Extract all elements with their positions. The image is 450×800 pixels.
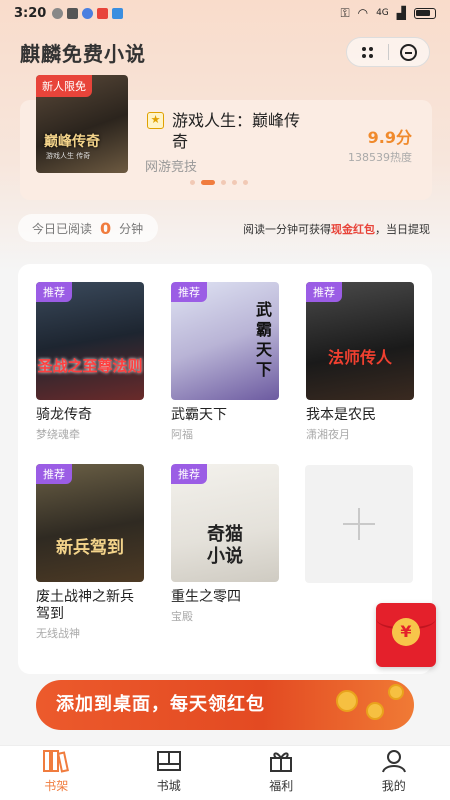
cover-text: 法师传人 xyxy=(327,348,392,367)
carousel-dot xyxy=(243,180,248,185)
book-cover[interactable]: 推荐 奇猫小说 xyxy=(171,464,279,582)
tab-label: 福利 xyxy=(269,779,294,793)
book-author: 宝殿 xyxy=(171,610,193,623)
red-packet-button[interactable]: ¥ xyxy=(376,603,436,667)
recommend-badge: 推荐 xyxy=(171,282,207,302)
signal-label: 4G xyxy=(376,8,389,18)
recommend-badge: 推荐 xyxy=(36,464,72,484)
book-author: 潇湘夜月 xyxy=(306,428,350,441)
featured-cover-title: 巅峰传奇 xyxy=(44,134,100,150)
tab-label: 书城 xyxy=(156,779,181,793)
status-time: 3:20 xyxy=(14,5,47,21)
app-notification-icon xyxy=(52,7,64,19)
book-card[interactable]: 推荐 圣战之至尊法则 骑龙传奇 梦绕魂牵 xyxy=(36,282,144,442)
tip-text-end: ，当日提现 xyxy=(375,223,430,236)
book-title: 骑龙传奇 xyxy=(36,407,92,423)
bottom-tab-bar: 书架 书城 福利 我的 xyxy=(0,745,450,800)
coin-icon xyxy=(366,702,384,720)
app-title: 麒麟免费小说 xyxy=(20,41,146,66)
book-cover[interactable]: 推荐 新兵驾到 xyxy=(36,464,144,582)
close-circle-icon xyxy=(400,43,418,61)
add-book-button[interactable] xyxy=(305,465,413,583)
book-card[interactable]: 推荐 法师传人 我本是农民 潇湘夜月 xyxy=(306,282,414,442)
book-card[interactable]: 推荐 奇猫小说 重生之零四 宝殿 xyxy=(171,464,279,624)
book-title: 我本是农民 xyxy=(306,407,376,423)
cover-text: 武霸天下 xyxy=(255,300,272,379)
reading-suffix: 分钟 xyxy=(119,221,144,236)
status-bar: 3:20 ⚿ ◠ 4G ▟ xyxy=(0,0,450,26)
cover-text: 圣战之至尊法则 xyxy=(37,357,143,375)
tip-text: 阅读一分钟可获得 xyxy=(243,223,331,236)
carousel-dot xyxy=(190,180,195,185)
yuan-coin-icon: ¥ xyxy=(392,618,420,646)
promo-text: 添加到桌面，每天领红包 xyxy=(56,694,265,715)
recommend-badge: 推荐 xyxy=(36,282,72,302)
featured-book-title[interactable]: 游戏人生：巅峰传奇 xyxy=(172,110,312,152)
tab-profile[interactable]: 我的 xyxy=(338,746,450,800)
more-dots-icon xyxy=(361,46,373,58)
cover-text: 新兵驾到 xyxy=(56,538,124,558)
book-author: 阿福 xyxy=(171,428,193,441)
wifi-icon: ◠ xyxy=(357,6,369,20)
bookstore-icon xyxy=(156,751,181,771)
close-button[interactable] xyxy=(389,38,430,66)
reading-minutes: 0 xyxy=(100,218,112,238)
book-title: 重生之零四 xyxy=(171,589,241,605)
reward-tip: 阅读一分钟可获得现金红包，当日提现 xyxy=(243,221,430,237)
miniapp-capsule xyxy=(346,37,430,67)
featured-cover-subtitle: 游戏人生 传奇 xyxy=(46,152,91,160)
carousel-indicator xyxy=(190,180,248,185)
star-badge-icon: ★ xyxy=(147,112,164,129)
tab-label: 书架 xyxy=(44,779,69,793)
tip-highlight: 现金红包 xyxy=(331,223,375,236)
tab-bookstore[interactable]: 书城 xyxy=(113,746,226,800)
book-cover[interactable]: 推荐 法师传人 xyxy=(306,282,414,400)
shield-icon xyxy=(67,7,79,19)
app-notification-icon xyxy=(112,7,124,19)
coin-icon xyxy=(388,684,404,700)
book-cover[interactable]: 推荐 武霸天下 xyxy=(171,282,279,400)
featured-book-cover[interactable]: 新人限免 巅峰传奇 游戏人生 传奇 xyxy=(36,75,128,173)
free-badge: 新人限免 xyxy=(36,75,92,97)
book-author: 梦绕魂牵 xyxy=(36,428,80,441)
battery-icon xyxy=(414,7,436,19)
cover-text: 奇猫小说 xyxy=(207,524,243,567)
add-to-desktop-banner[interactable]: 添加到桌面，每天领红包 xyxy=(36,680,414,730)
app-header: 麒麟免费小说 xyxy=(20,36,430,68)
app-notification-icon xyxy=(82,7,94,19)
tab-bookshelf[interactable]: 书架 xyxy=(0,746,113,800)
signal-icon: ▟ xyxy=(396,6,406,20)
book-card[interactable]: 推荐 武霸天下 武霸天下 阿福 xyxy=(171,282,279,442)
gift-icon xyxy=(270,752,293,772)
notification-icons xyxy=(52,7,124,19)
recommend-badge: 推荐 xyxy=(306,282,342,302)
tab-welfare[interactable]: 福利 xyxy=(225,746,338,800)
app-notification-icon xyxy=(97,7,109,19)
recommend-badge: 推荐 xyxy=(171,464,207,484)
coin-icon xyxy=(336,690,358,712)
book-title: 废土战神之新兵驾到 xyxy=(36,589,134,622)
carousel-dot-active xyxy=(201,180,215,185)
carousel-dot xyxy=(232,180,237,185)
key-icon: ⚿ xyxy=(340,5,350,20)
reading-time-pill: 今日已阅读 0 分钟 xyxy=(18,214,158,242)
book-cover[interactable]: 推荐 圣战之至尊法则 xyxy=(36,282,144,400)
reading-prefix: 今日已阅读 xyxy=(32,221,93,236)
carousel-dot xyxy=(221,180,226,185)
profile-icon xyxy=(381,750,406,773)
bookshelf-icon xyxy=(43,750,70,773)
more-button[interactable] xyxy=(347,38,388,66)
featured-book-score: 9.9分 xyxy=(367,128,412,147)
featured-book-genre: 网游竞技 xyxy=(145,160,198,175)
tab-label: 我的 xyxy=(381,779,406,793)
book-card[interactable]: 推荐 新兵驾到 废土战神之新兵驾到 无线战神 xyxy=(36,464,144,641)
book-author: 无线战神 xyxy=(36,627,80,640)
book-title: 武霸天下 xyxy=(171,407,227,423)
featured-book-heat: 138539热度 xyxy=(348,151,412,164)
